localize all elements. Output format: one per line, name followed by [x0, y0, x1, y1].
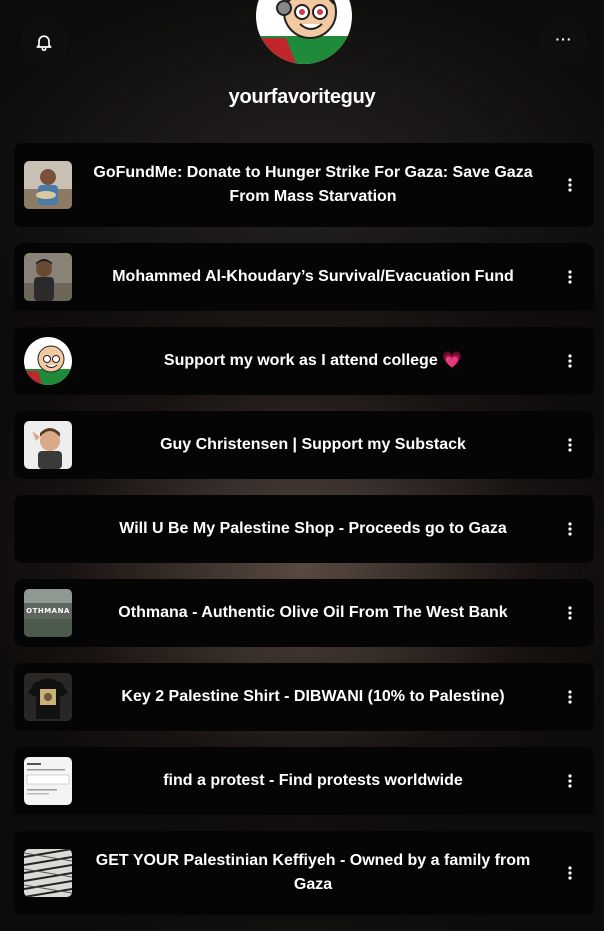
bell-icon [36, 35, 52, 52]
link-card-find-a-protest[interactable]: find a protest - Find protests worldwide [14, 747, 594, 815]
more-icon: ··· [555, 31, 573, 47]
link-title: find a protest - Find protests worldwide [163, 772, 463, 789]
kebab-icon [568, 178, 572, 192]
link-title: GoFundMe: Donate to Hunger Strike For Ga… [93, 164, 533, 205]
profile-avatar [256, 0, 352, 64]
link-options-button[interactable] [556, 171, 584, 199]
link-options-button[interactable] [556, 347, 584, 375]
link-thumbnail [24, 253, 72, 301]
more-options-button[interactable]: ··· [540, 18, 588, 66]
link-card-substack[interactable]: Guy Christensen | Support my Substack [14, 411, 594, 479]
link-title: Support my work as I attend college 💗 [163, 352, 463, 369]
link-title: Guy Christensen | Support my Substack [160, 436, 466, 453]
kebab-icon [568, 354, 572, 368]
kebab-icon [568, 690, 572, 704]
link-card-khoudary-fund[interactable]: Mohammed Al-Khoudary’s Survival/Evacuati… [14, 243, 594, 311]
link-title: Mohammed Al-Khoudary’s Survival/Evacuati… [112, 268, 514, 285]
link-title: Othmana - Authentic Olive Oil From The W… [118, 604, 508, 621]
links-list: GoFundMe: Donate to Hunger Strike For Ga… [14, 143, 594, 931]
link-card-support-college[interactable]: Support my work as I attend college 💗 [14, 327, 594, 395]
link-options-button[interactable] [556, 767, 584, 795]
notifications-button[interactable] [20, 18, 68, 66]
link-card-keffiyeh[interactable]: GET YOUR Palestinian Keffiyeh - Owned by… [14, 831, 594, 915]
kebab-icon [568, 522, 572, 536]
kebab-icon [568, 774, 572, 788]
link-thumbnail [24, 161, 72, 209]
link-options-button[interactable] [556, 431, 584, 459]
link-options-button[interactable] [556, 515, 584, 543]
link-card-gofundme-hunger-strike[interactable]: GoFundMe: Donate to Hunger Strike For Ga… [14, 143, 594, 227]
kebab-icon [568, 270, 572, 284]
link-thumbnail [24, 421, 72, 469]
link-card-othmana-olive-oil[interactable]: OTHMANA Othmana - Authentic Olive Oil Fr… [14, 579, 594, 647]
link-title: GET YOUR Palestinian Keffiyeh - Owned by… [95, 852, 531, 893]
link-options-button[interactable] [556, 599, 584, 627]
link-options-button[interactable] [556, 683, 584, 711]
link-card-palestine-shop[interactable]: Will U Be My Palestine Shop - Proceeds g… [14, 495, 594, 563]
link-title: Will U Be My Palestine Shop - Proceeds g… [119, 520, 507, 537]
kebab-icon [568, 606, 572, 620]
kebab-icon [568, 438, 572, 452]
link-thumbnail [24, 337, 72, 385]
thumbnail-text: OTHMANA [26, 607, 70, 615]
profile-username: yourfavoriteguy [228, 86, 376, 108]
kebab-icon [568, 866, 572, 880]
link-thumbnail: OTHMANA [24, 589, 72, 637]
link-title: Key 2 Palestine Shirt - DIBWANI (10% to … [121, 688, 505, 705]
link-thumbnail [24, 757, 72, 805]
link-card-key2palestine-shirt[interactable]: Key 2 Palestine Shirt - DIBWANI (10% to … [14, 663, 594, 731]
link-options-button[interactable] [556, 263, 584, 291]
link-options-button[interactable] [556, 859, 584, 887]
link-thumbnail [24, 849, 72, 897]
link-thumbnail [24, 673, 72, 721]
